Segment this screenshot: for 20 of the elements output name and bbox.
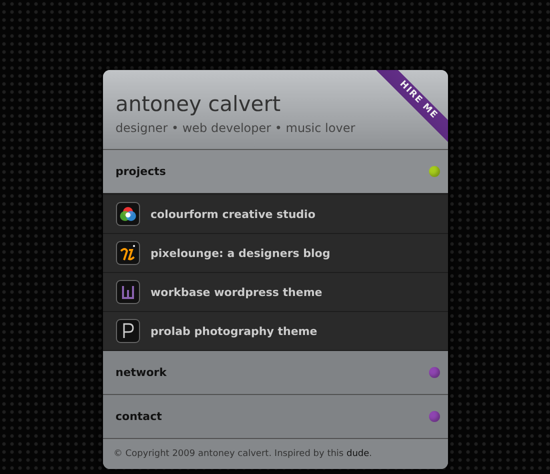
project-item[interactable]: workbase wordpress theme xyxy=(102,273,448,312)
section-title: contact xyxy=(116,410,162,423)
profile-tagline: designer • web developer • music lover xyxy=(116,121,356,135)
section-header[interactable]: network xyxy=(102,351,448,395)
dude-link[interactable]: dude xyxy=(346,449,370,459)
bars-icon xyxy=(116,280,140,304)
section-header[interactable]: contact xyxy=(102,395,448,439)
project-title: pixelounge: a designers blog xyxy=(150,246,330,260)
project-item[interactable]: colourform creative studio xyxy=(102,195,448,234)
project-item[interactable]: pixelounge: a designers blog xyxy=(102,234,448,273)
project-title: workbase wordpress theme xyxy=(150,286,322,298)
section-title: projects xyxy=(116,165,166,178)
profile-name: antoney calvert xyxy=(116,92,281,116)
copyright-text: © Copyright 2009 antoney calvert. Inspired by this dude. xyxy=(102,439,448,469)
project-item[interactable]: prolab photography theme xyxy=(102,312,448,351)
section-title: network xyxy=(116,366,167,379)
project-title: prolab photography theme xyxy=(150,324,318,338)
circles-icon xyxy=(116,202,140,226)
section-header[interactable]: projects xyxy=(102,150,448,195)
project-title: colourform creative studio xyxy=(150,208,316,220)
